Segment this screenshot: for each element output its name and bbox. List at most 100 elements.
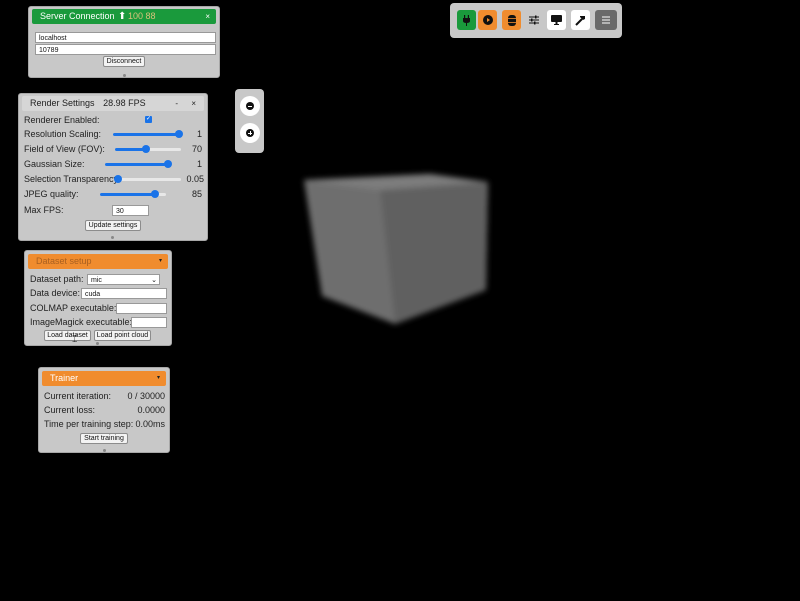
resolution-value: 1	[196, 129, 202, 139]
zoom-out-button[interactable]	[240, 96, 260, 116]
dataset-path-label: Dataset path:	[30, 274, 84, 284]
loss-row: Current loss: 0.0000	[39, 403, 169, 417]
imagemagick-row: ImageMagick executable:	[25, 315, 171, 329]
trainer-header[interactable]: Trainer ▾	[42, 371, 166, 386]
render-settings-toolbar-button[interactable]	[524, 10, 543, 30]
close-icon[interactable]: ×	[191, 96, 196, 111]
menu-icon	[602, 16, 610, 24]
top-toolbar	[450, 3, 622, 38]
chevron-down-icon[interactable]: ▾	[157, 371, 160, 386]
max-fps-input[interactable]: 30	[112, 205, 149, 216]
chevron-down-icon: ⌄	[151, 277, 157, 284]
fov-value: 70	[191, 144, 202, 154]
close-icon[interactable]: ×	[205, 9, 210, 24]
resize-handle[interactable]	[123, 74, 126, 77]
colmap-input[interactable]	[116, 303, 167, 314]
server-connection-overlay-text: 100 88	[128, 11, 156, 21]
time-label: Time per training step:	[44, 419, 134, 429]
resize-handle[interactable]	[111, 236, 114, 239]
resize-handle[interactable]	[103, 449, 106, 452]
zoom-controls	[235, 89, 264, 153]
fps-readout: 28.98 FPS	[103, 98, 146, 108]
colmap-row: COLMAP executable:	[25, 301, 171, 315]
iteration-row: Current iteration: 0 / 30000	[39, 389, 169, 403]
trainer-toolbar-button[interactable]	[478, 10, 497, 30]
jpeg-slider[interactable]	[100, 187, 166, 201]
load-point-cloud-button[interactable]: Load point cloud	[94, 330, 151, 341]
imagemagick-label: ImageMagick executable:	[30, 317, 133, 327]
mouse-cursor-icon: ⌶	[72, 334, 78, 344]
monitor-icon	[551, 15, 562, 25]
max-fps-label: Max FPS:	[24, 205, 64, 215]
play-icon	[482, 15, 493, 25]
dataset-path-select[interactable]: mic ⌄	[87, 274, 160, 285]
load-dataset-button[interactable]: Load dataset	[44, 330, 91, 341]
data-device-input[interactable]: cuda	[81, 288, 167, 299]
port-input[interactable]: 10789	[35, 44, 216, 55]
render-settings-header[interactable]: Render Settings 28.98 FPS - ×	[22, 96, 204, 111]
iteration-label: Current iteration:	[44, 391, 112, 401]
render-settings-panel: Render Settings 28.98 FPS - × Renderer E…	[18, 93, 208, 241]
resolution-row: Resolution Scaling: 1	[19, 127, 207, 141]
dataset-setup-header[interactable]: Dataset setup ▾	[28, 254, 168, 269]
resolution-label: Resolution Scaling:	[24, 129, 102, 139]
gaussian-label: Gaussian Size:	[24, 159, 85, 169]
imagemagick-input[interactable]	[131, 317, 167, 328]
fov-slider[interactable]	[115, 142, 181, 156]
upload-icon: ⬆	[118, 11, 127, 22]
dataset-setup-panel: Dataset setup ▾ Dataset path: mic ⌄ Data…	[24, 250, 172, 346]
time-value: 0.00ms	[135, 419, 165, 429]
transparency-row: Selection Transparency: 0.05	[19, 172, 207, 186]
trainer-title: Trainer	[50, 373, 79, 383]
transparency-value: 0.05	[186, 174, 204, 184]
render-settings-title: Render Settings	[30, 98, 95, 108]
colmap-label: COLMAP executable:	[30, 303, 117, 313]
renderer-enabled-checkbox[interactable]: ✓	[145, 116, 152, 123]
loss-value: 0.0000	[137, 405, 165, 415]
server-connection-header[interactable]: Server Connection ⬆ 100 88 ×	[32, 9, 216, 24]
chevron-down-icon[interactable]: ▾	[159, 254, 162, 269]
zoom-in-icon	[246, 129, 254, 137]
data-device-row: Data device: cuda	[25, 286, 171, 300]
server-connection-panel: Server Connection ⬆ 100 88 × localhost 1…	[28, 6, 220, 78]
dataset-setup-title: Dataset setup	[36, 256, 92, 266]
gaussian-row: Gaussian Size: 1	[19, 157, 207, 171]
dataset-toolbar-button[interactable]	[502, 10, 521, 30]
resize-handle[interactable]	[96, 342, 99, 345]
loss-label: Current loss:	[44, 405, 96, 415]
max-fps-row: Max FPS: 30	[19, 203, 207, 217]
disconnect-button[interactable]: Disconnect	[103, 56, 145, 67]
fov-label: Field of View (FOV):	[24, 144, 105, 154]
menu-toolbar-button[interactable]	[595, 10, 617, 30]
transparency-label: Selection Transparency:	[24, 174, 121, 184]
transparency-slider[interactable]	[114, 172, 181, 186]
dataset-path-row: Dataset path: mic ⌄	[25, 272, 171, 286]
time-row: Time per training step: 0.00ms	[39, 417, 169, 431]
resolution-slider[interactable]	[113, 127, 183, 141]
gaussian-slider[interactable]	[105, 157, 172, 171]
minimize-icon[interactable]: -	[175, 96, 178, 111]
update-settings-button[interactable]: Update settings	[85, 220, 141, 231]
fov-row: Field of View (FOV): 70	[19, 142, 207, 156]
dataset-path-value: mic	[91, 277, 102, 284]
zoom-out-icon	[246, 102, 254, 110]
hammer-icon	[575, 15, 585, 26]
renderer-enabled-row: Renderer Enabled: ✓	[19, 113, 207, 127]
start-training-button[interactable]: Start training	[80, 433, 128, 444]
jpeg-value: 85	[191, 189, 202, 199]
trainer-panel: Trainer ▾ Current iteration: 0 / 30000 C…	[38, 367, 170, 453]
database-icon	[507, 14, 516, 26]
tools-toolbar-button[interactable]	[571, 10, 590, 30]
host-input[interactable]: localhost	[35, 32, 216, 43]
sliders-icon	[528, 15, 539, 25]
plug-icon	[463, 14, 470, 26]
monitor-toolbar-button[interactable]	[547, 10, 566, 30]
gaussian-value: 1	[196, 159, 202, 169]
zoom-in-button[interactable]	[240, 123, 260, 143]
connection-toolbar-button[interactable]	[457, 10, 476, 30]
data-device-label: Data device:	[30, 288, 81, 298]
jpeg-row: JPEG quality: 85	[19, 187, 207, 201]
renderer-enabled-label: Renderer Enabled:	[24, 115, 100, 125]
server-connection-title: Server Connection	[40, 11, 115, 21]
iteration-value: 0 / 30000	[127, 391, 165, 401]
